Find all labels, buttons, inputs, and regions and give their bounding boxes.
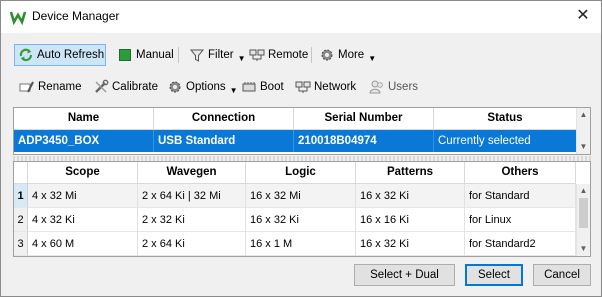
column-header-others[interactable]: Others xyxy=(465,162,576,184)
boot-chip-icon xyxy=(242,82,256,92)
cell-others: for Linux xyxy=(465,208,576,232)
scroll-up-icon[interactable]: ▲ xyxy=(577,108,590,122)
calibrate-tools-icon xyxy=(95,79,109,93)
column-header-status[interactable]: Status xyxy=(434,108,577,130)
column-header-connection[interactable]: Connection xyxy=(154,108,294,130)
row-number-header xyxy=(14,162,28,184)
cell-wavegen: 2 x 64 Ki | 32 Mi xyxy=(138,184,246,208)
options-label: Options xyxy=(186,81,226,93)
rename-button[interactable]: Rename xyxy=(16,76,84,98)
device-connection: USB Standard xyxy=(154,130,294,152)
cell-logic: 16 x 1 M xyxy=(246,232,356,256)
device-row-selected[interactable]: ADP3450_BOX USB Standard 210018B04974 Cu… xyxy=(14,130,577,152)
toolbar-divider xyxy=(178,47,179,63)
remote-button[interactable]: Remote xyxy=(246,44,311,66)
device-table: Name Connection Serial Number Status ADP… xyxy=(13,107,591,155)
network-label: Network xyxy=(314,81,357,93)
row-number: 2 xyxy=(14,208,28,232)
boot-label: Boot xyxy=(260,81,284,93)
gear-icon xyxy=(321,49,333,61)
scroll-down-icon[interactable]: ▼ xyxy=(577,242,590,256)
more-label: More xyxy=(338,49,365,61)
cell-wavegen: 2 x 64 Ki xyxy=(138,232,246,256)
title-bar: Device Manager ✕ xyxy=(1,1,601,33)
manual-button[interactable]: Manual xyxy=(114,44,177,66)
row-number: 1 xyxy=(14,184,28,208)
chevron-down-icon: ▼ xyxy=(368,53,377,63)
column-header-patterns[interactable]: Patterns xyxy=(356,162,465,184)
select-button[interactable]: Select xyxy=(465,264,523,286)
cell-scope: 4 x 32 Ki xyxy=(28,208,138,232)
more-dropdown[interactable]: More ▼ xyxy=(316,44,379,66)
cell-logic: 16 x 32 Mi xyxy=(246,184,356,208)
column-header-serial[interactable]: Serial Number xyxy=(294,108,434,130)
cell-others: for Standard xyxy=(465,184,576,208)
column-header-wavegen[interactable]: Wavegen xyxy=(138,162,246,184)
scroll-down-icon[interactable]: ▼ xyxy=(577,140,590,154)
configuration-table-header: Scope Wavegen Logic Patterns Others xyxy=(14,162,576,184)
remote-label: Remote xyxy=(268,49,309,61)
cell-patterns: 16 x 32 Ki xyxy=(356,232,465,256)
rename-icon xyxy=(19,81,34,93)
boot-button[interactable]: Boot xyxy=(238,76,287,98)
calibrate-label: Calibrate xyxy=(112,81,159,93)
config-row[interactable]: 2 4 x 32 Ki 2 x 32 Ki 16 x 32 Ki 16 x 16… xyxy=(14,208,576,232)
auto-refresh-button[interactable]: Auto Refresh xyxy=(14,44,106,66)
toolbar-secondary: Rename Calibrate Options ▼ Boot Network … xyxy=(1,76,601,102)
users-button[interactable]: Users xyxy=(366,76,421,98)
chevron-down-icon: ▼ xyxy=(229,85,238,95)
manual-label: Manual xyxy=(136,49,174,61)
chevron-down-icon: ▼ xyxy=(237,53,246,63)
device-serial: 210018B04974 xyxy=(294,130,434,152)
device-table-scrollbar[interactable]: ▲ ▼ xyxy=(576,108,590,154)
select-dual-button[interactable]: Select + Dual xyxy=(354,264,455,286)
column-header-scope[interactable]: Scope xyxy=(28,162,138,184)
filter-dropdown[interactable]: Filter ▼ xyxy=(186,44,248,66)
configuration-table-scrollbar[interactable]: ▲ ▼ xyxy=(576,184,590,256)
auto-refresh-label: Auto Refresh xyxy=(37,49,105,61)
column-header-name[interactable]: Name xyxy=(14,108,154,130)
filter-icon xyxy=(189,49,205,62)
toolbar-divider xyxy=(311,47,312,63)
app-logo-icon xyxy=(10,11,26,25)
device-status: Currently selected xyxy=(438,135,531,147)
cell-logic: 16 x 32 Ki xyxy=(246,208,356,232)
row-number: 3 xyxy=(14,232,28,256)
window-title: Device Manager xyxy=(32,9,120,23)
filter-label: Filter xyxy=(208,49,234,61)
cell-scope: 4 x 60 M xyxy=(28,232,138,256)
remote-network-icon xyxy=(249,49,265,61)
scrollbar-thumb[interactable] xyxy=(579,198,588,228)
users-label: Users xyxy=(388,81,419,93)
scroll-up-icon[interactable]: ▲ xyxy=(577,184,590,198)
configuration-table: Scope Wavegen Logic Patterns Others 1 4 … xyxy=(13,161,591,257)
device-name: ADP3450_BOX xyxy=(14,130,154,152)
cell-scope: 4 x 32 Mi xyxy=(28,184,138,208)
refresh-icon xyxy=(19,48,33,62)
network-icon xyxy=(295,81,311,93)
stop-square-icon xyxy=(119,49,131,61)
cell-patterns: 16 x 32 Ki xyxy=(356,184,465,208)
options-gear-icon xyxy=(169,81,181,93)
network-button[interactable]: Network xyxy=(292,76,359,98)
device-table-header: Name Connection Serial Number Status xyxy=(14,108,577,130)
cell-patterns: 16 x 16 Ki xyxy=(356,208,465,232)
toolbar-primary: Auto Refresh Manual Filter ▼ Remote More… xyxy=(1,44,601,70)
config-row[interactable]: 1 4 x 32 Mi 2 x 64 Ki | 32 Mi 16 x 32 Mi… xyxy=(14,184,576,208)
device-manager-window: Device Manager ✕ Auto Refresh Manual Fil… xyxy=(0,0,602,297)
options-dropdown[interactable]: Options ▼ xyxy=(164,76,241,98)
cancel-button[interactable]: Cancel xyxy=(533,264,591,286)
users-icon xyxy=(369,80,383,94)
cell-others: for Standard2 xyxy=(465,232,576,256)
close-button[interactable]: ✕ xyxy=(573,7,593,27)
config-row[interactable]: 3 4 x 60 M 2 x 64 Ki 16 x 1 M 16 x 32 Ki… xyxy=(14,232,576,256)
column-header-logic[interactable]: Logic xyxy=(246,162,356,184)
cell-wavegen: 2 x 32 Ki xyxy=(138,208,246,232)
rename-label: Rename xyxy=(38,81,82,93)
calibrate-button[interactable]: Calibrate xyxy=(90,76,161,98)
